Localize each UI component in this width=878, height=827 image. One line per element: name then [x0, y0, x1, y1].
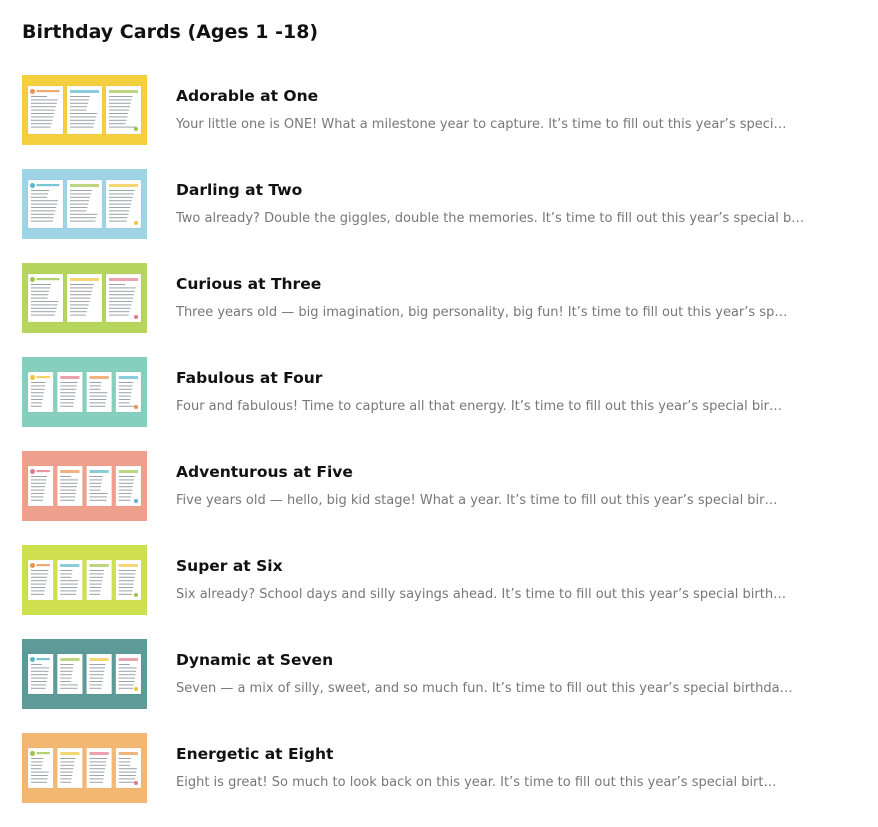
- card-panel: [86, 653, 112, 695]
- card-title[interactable]: Energetic at Eight: [176, 745, 333, 763]
- card-panel: [27, 273, 64, 323]
- card-title[interactable]: Darling at Two: [176, 181, 302, 199]
- card-panel: [115, 559, 142, 601]
- card-panel: [27, 465, 54, 507]
- card-description: Five years old — hello, big kid stage! W…: [176, 493, 778, 508]
- card-thumbnail[interactable]: [22, 733, 147, 803]
- card-preview-image: [22, 263, 147, 333]
- card-thumbnail[interactable]: [22, 357, 147, 427]
- card-item[interactable]: Adorable at One Your little one is ONE! …: [22, 75, 862, 145]
- card-panel: [115, 747, 142, 789]
- card-description: Three years old — big imagination, big p…: [176, 305, 788, 320]
- card-thumbnail[interactable]: [22, 451, 147, 521]
- birthday-card-list: Adorable at One Your little one is ONE! …: [22, 75, 862, 827]
- card-title[interactable]: Curious at Three: [176, 275, 321, 293]
- card-item[interactable]: Super at Six Six already? School days an…: [22, 545, 862, 615]
- card-title[interactable]: Super at Six: [176, 557, 283, 575]
- card-panel: [66, 273, 103, 323]
- card-panel: [105, 85, 142, 135]
- card-panel: [27, 179, 64, 229]
- card-preview-image: [22, 639, 147, 709]
- card-panel: [57, 371, 83, 413]
- card-panel: [86, 559, 112, 601]
- card-description: Four and fabulous! Time to capture all t…: [176, 399, 783, 414]
- card-panel: [105, 179, 142, 229]
- card-panel: [66, 85, 103, 135]
- card-panel: [27, 85, 64, 135]
- card-item[interactable]: Dynamic at Seven Seven — a mix of silly,…: [22, 639, 862, 709]
- card-title[interactable]: Fabulous at Four: [176, 369, 322, 387]
- page-title: Birthday Cards (Ages 1 -18): [22, 21, 319, 43]
- card-panel: [27, 747, 54, 789]
- card-preview-image: [22, 733, 147, 803]
- card-description: Seven — a mix of silly, sweet, and so mu…: [176, 681, 793, 696]
- card-item[interactable]: Adventurous at Five Five years old — hel…: [22, 451, 862, 521]
- card-thumbnail[interactable]: [22, 545, 147, 615]
- card-preview-image: [22, 75, 147, 145]
- card-thumbnail[interactable]: [22, 75, 147, 145]
- card-item[interactable]: Energetic at Eight Eight is great! So mu…: [22, 733, 862, 803]
- card-panel: [115, 465, 142, 507]
- card-panel: [86, 371, 112, 413]
- card-panel: [105, 273, 142, 323]
- card-panel: [57, 747, 83, 789]
- card-panel: [86, 747, 112, 789]
- card-description: Eight is great! So much to look back on …: [176, 775, 777, 790]
- card-panel: [57, 559, 83, 601]
- card-item[interactable]: Darling at Two Two already? Double the g…: [22, 169, 862, 239]
- card-panel: [27, 559, 54, 601]
- card-item[interactable]: Curious at Three Three years old — big i…: [22, 263, 862, 333]
- card-preview-image: [22, 451, 147, 521]
- card-item[interactable]: Fabulous at Four Four and fabulous! Time…: [22, 357, 862, 427]
- card-panel: [66, 179, 103, 229]
- card-preview-image: [22, 169, 147, 239]
- card-title[interactable]: Adventurous at Five: [176, 463, 353, 481]
- card-thumbnail[interactable]: [22, 639, 147, 709]
- card-panel: [57, 653, 83, 695]
- card-panel: [115, 371, 142, 413]
- card-title[interactable]: Dynamic at Seven: [176, 651, 333, 669]
- card-description: Your little one is ONE! What a milestone…: [176, 117, 787, 132]
- card-preview-image: [22, 545, 147, 615]
- card-title[interactable]: Adorable at One: [176, 87, 318, 105]
- card-description: Two already? Double the giggles, double …: [176, 211, 805, 226]
- card-description: Six already? School days and silly sayin…: [176, 587, 787, 602]
- card-panel: [27, 653, 54, 695]
- card-preview-image: [22, 357, 147, 427]
- card-thumbnail[interactable]: [22, 263, 147, 333]
- card-panel: [86, 465, 112, 507]
- card-panel: [115, 653, 142, 695]
- card-thumbnail[interactable]: [22, 169, 147, 239]
- card-panel: [57, 465, 83, 507]
- card-panel: [27, 371, 54, 413]
